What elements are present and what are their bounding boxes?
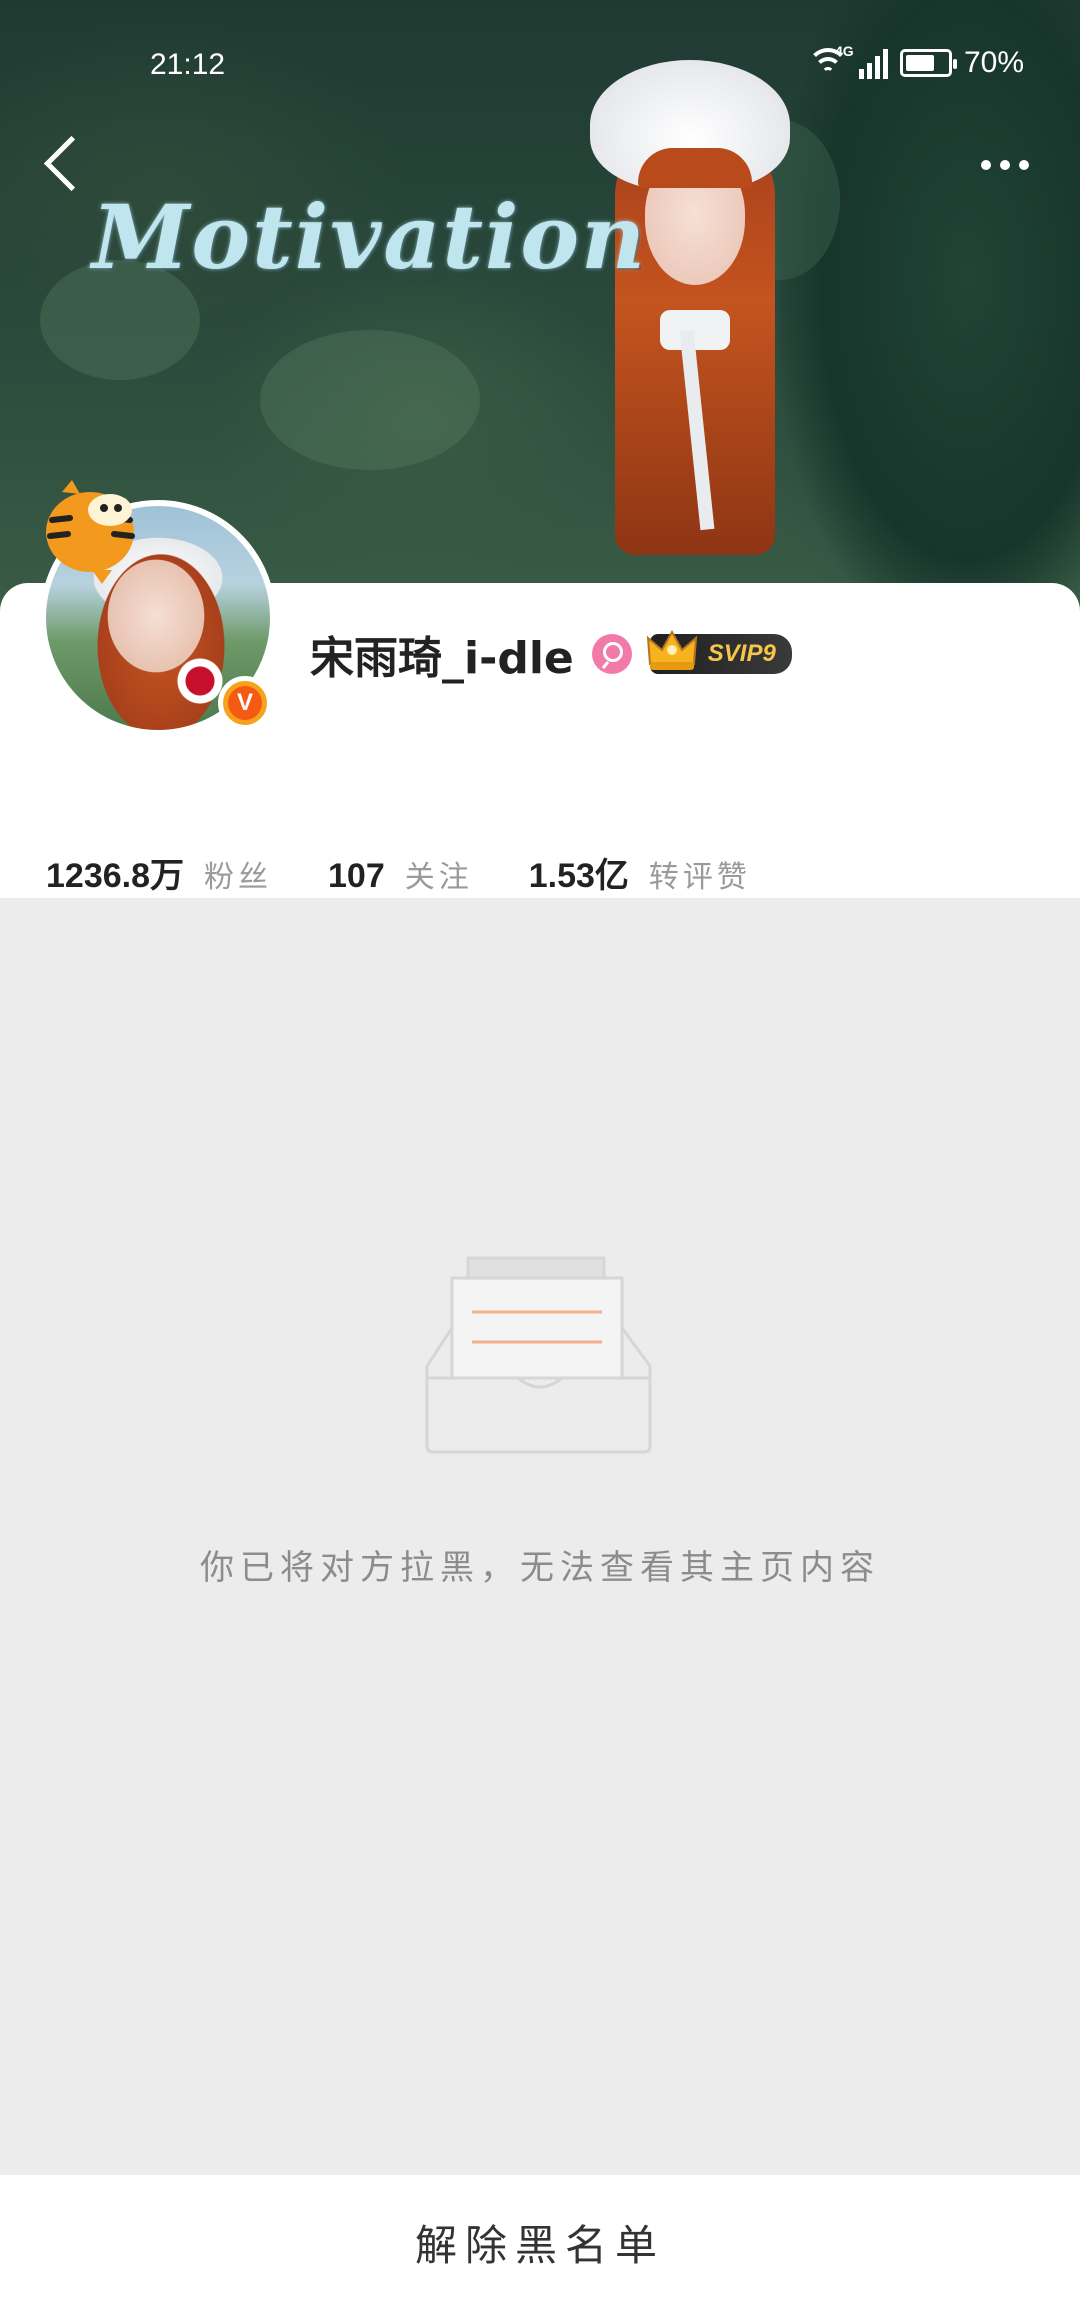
battery-fill bbox=[905, 55, 934, 71]
profile-stats: 1236.8万 粉丝 107 关注 1.53亿 转评赞 bbox=[46, 848, 807, 897]
status-bar: 21:12 4G 70% bbox=[0, 40, 1080, 90]
vip-badge[interactable]: SVIP9 bbox=[646, 629, 792, 674]
more-dots-icon bbox=[981, 160, 991, 170]
portrait-fringe bbox=[638, 148, 752, 188]
verified-badge: V bbox=[218, 676, 272, 730]
stat-value: 1.53亿 bbox=[528, 857, 629, 895]
name-row: 宋雨琦_i-dle SVIP9 bbox=[310, 622, 792, 686]
stat-label: 粉丝 bbox=[204, 860, 272, 895]
tiger-pendant-icon bbox=[46, 480, 135, 584]
stat-label: 转评赞 bbox=[648, 860, 751, 895]
status-icons: 4G 70% bbox=[806, 43, 1024, 80]
unblock-button-label: 解除黑名单 bbox=[414, 2221, 665, 2270]
banner-portrait bbox=[560, 40, 830, 580]
unblock-button[interactable]: 解除黑名单 bbox=[0, 2175, 1080, 2310]
network-type-label: 4G bbox=[834, 43, 854, 59]
stat-label: 关注 bbox=[404, 860, 473, 895]
username: 宋雨琦_i-dle bbox=[310, 633, 574, 684]
battery-percent: 70% bbox=[963, 46, 1024, 79]
crown-icon bbox=[646, 629, 697, 670]
back-button[interactable] bbox=[30, 130, 90, 200]
banner-foliage bbox=[260, 330, 480, 470]
empty-state-message: 你已将对方拉黑，无法查看其主页内容 bbox=[200, 1548, 880, 1588]
stat-engagement[interactable]: 1.53亿 转评赞 bbox=[529, 848, 751, 897]
stat-value: 107 bbox=[328, 857, 385, 895]
cellular-signal-icon: 4G bbox=[835, 43, 888, 79]
female-icon bbox=[591, 634, 632, 674]
stat-following[interactable]: 107 关注 bbox=[328, 852, 473, 896]
battery-icon bbox=[899, 49, 957, 77]
avatar-container[interactable]: V bbox=[40, 480, 276, 736]
stat-followers[interactable]: 1236.8万 粉丝 bbox=[46, 848, 272, 897]
banner-title: Motivation bbox=[92, 185, 648, 289]
stat-value: 1236.8万 bbox=[46, 857, 184, 895]
verified-v-icon: V bbox=[228, 686, 262, 720]
empty-inbox-icon bbox=[425, 1256, 652, 1454]
vip-badge-label: SVIP9 bbox=[707, 640, 776, 667]
status-time: 21:12 bbox=[150, 48, 226, 81]
more-options-button[interactable] bbox=[970, 150, 1040, 180]
